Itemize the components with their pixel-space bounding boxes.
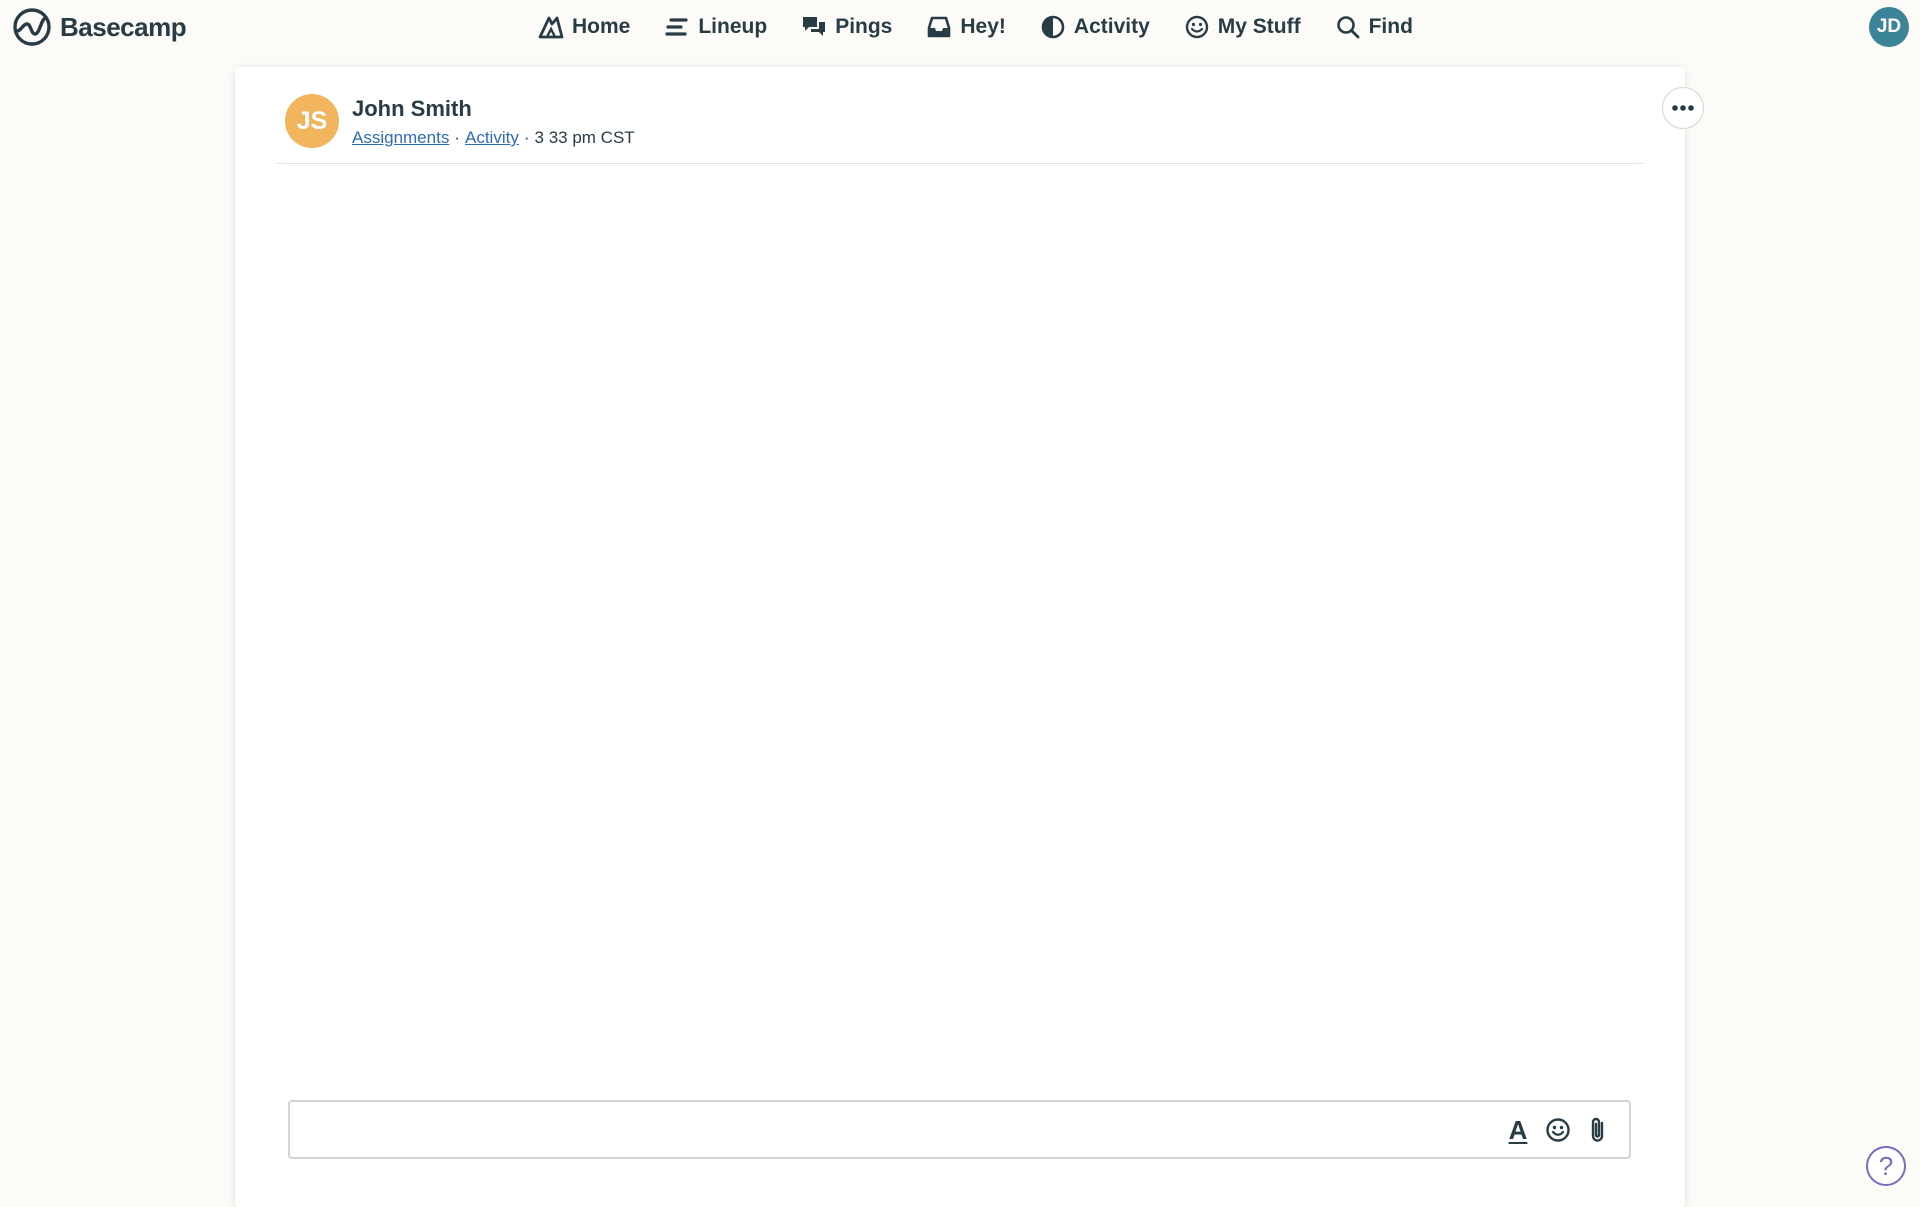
person-meta: Assignments · Activity · 3 33 pm CST — [352, 128, 635, 148]
lineup-icon — [665, 18, 688, 36]
assignments-link[interactable]: Assignments — [352, 128, 449, 147]
nav-pings-label: Pings — [835, 15, 893, 38]
logo-text: Basecamp — [60, 11, 187, 42]
message-input[interactable] — [300, 1110, 1450, 1150]
smiley-icon — [1185, 15, 1208, 39]
nav-my-stuff[interactable]: My Stuff — [1184, 14, 1301, 40]
current-user-avatar[interactable]: JD — [1869, 7, 1909, 47]
nav-hey[interactable]: Hey! — [926, 14, 1006, 40]
search-icon — [1336, 16, 1359, 39]
ping-card: JS John Smith Assignments · Activity · 3 33 … — [235, 67, 1704, 1207]
meta-separator: · — [454, 128, 460, 147]
format-icon: A — [1508, 1114, 1528, 1145]
emoji-icon — [1546, 1118, 1570, 1142]
activity-icon — [1041, 15, 1065, 39]
nav-pings[interactable]: Pings — [801, 14, 892, 40]
activity-link[interactable]: Activity — [465, 128, 519, 147]
nav-activity[interactable]: Activity — [1040, 14, 1150, 40]
meta-separator: · — [523, 128, 530, 147]
basecamp-logo-icon — [13, 8, 51, 46]
help-button[interactable]: ? — [1866, 1146, 1906, 1186]
nav-lineup-label: Lineup — [698, 15, 768, 38]
nav-find-label: Find — [1368, 15, 1413, 38]
hey-inbox-icon — [928, 16, 951, 38]
text-format-button[interactable]: A — [1505, 1115, 1531, 1145]
top-navigation: Basecamp Home Lineup Pings Hey! Activity… — [0, 0, 1920, 54]
nav-my-stuff-label: My Stuff — [1217, 15, 1301, 38]
avatar-initials: JS — [296, 106, 328, 135]
help-question-icon: ? — [1878, 1150, 1894, 1181]
basecamp-logo[interactable]: Basecamp — [10, 7, 187, 47]
avatar[interactable]: JS — [285, 94, 339, 148]
ping-header: JS John Smith Assignments · Activity · 3 33 … — [275, 67, 1704, 164]
main-nav: Home Lineup Pings Hey! Activity My Stuff… — [538, 9, 1413, 45]
emoji-button[interactable] — [1545, 1115, 1571, 1145]
nav-lineup[interactable]: Lineup — [664, 14, 767, 40]
more-dots-icon — [1672, 105, 1694, 111]
nav-activity-label: Activity — [1073, 15, 1150, 38]
message-composer: A — [288, 1100, 1631, 1159]
composer-toolbar: A — [1505, 1114, 1611, 1146]
attach-button[interactable] — [1585, 1115, 1611, 1145]
person-name: John Smith — [352, 96, 472, 121]
nav-home-label: Home — [572, 15, 631, 38]
more-options-button[interactable] — [1662, 87, 1704, 129]
current-user-initials: JD — [1876, 16, 1902, 37]
home-icon — [538, 16, 564, 39]
paperclip-icon — [1591, 1117, 1604, 1142]
local-time: 3 33 pm CST — [534, 128, 635, 147]
nav-hey-label: Hey! — [960, 15, 1006, 38]
nav-home[interactable]: Home — [538, 14, 630, 40]
nav-find[interactable]: Find — [1335, 14, 1413, 40]
pings-icon — [803, 17, 826, 36]
